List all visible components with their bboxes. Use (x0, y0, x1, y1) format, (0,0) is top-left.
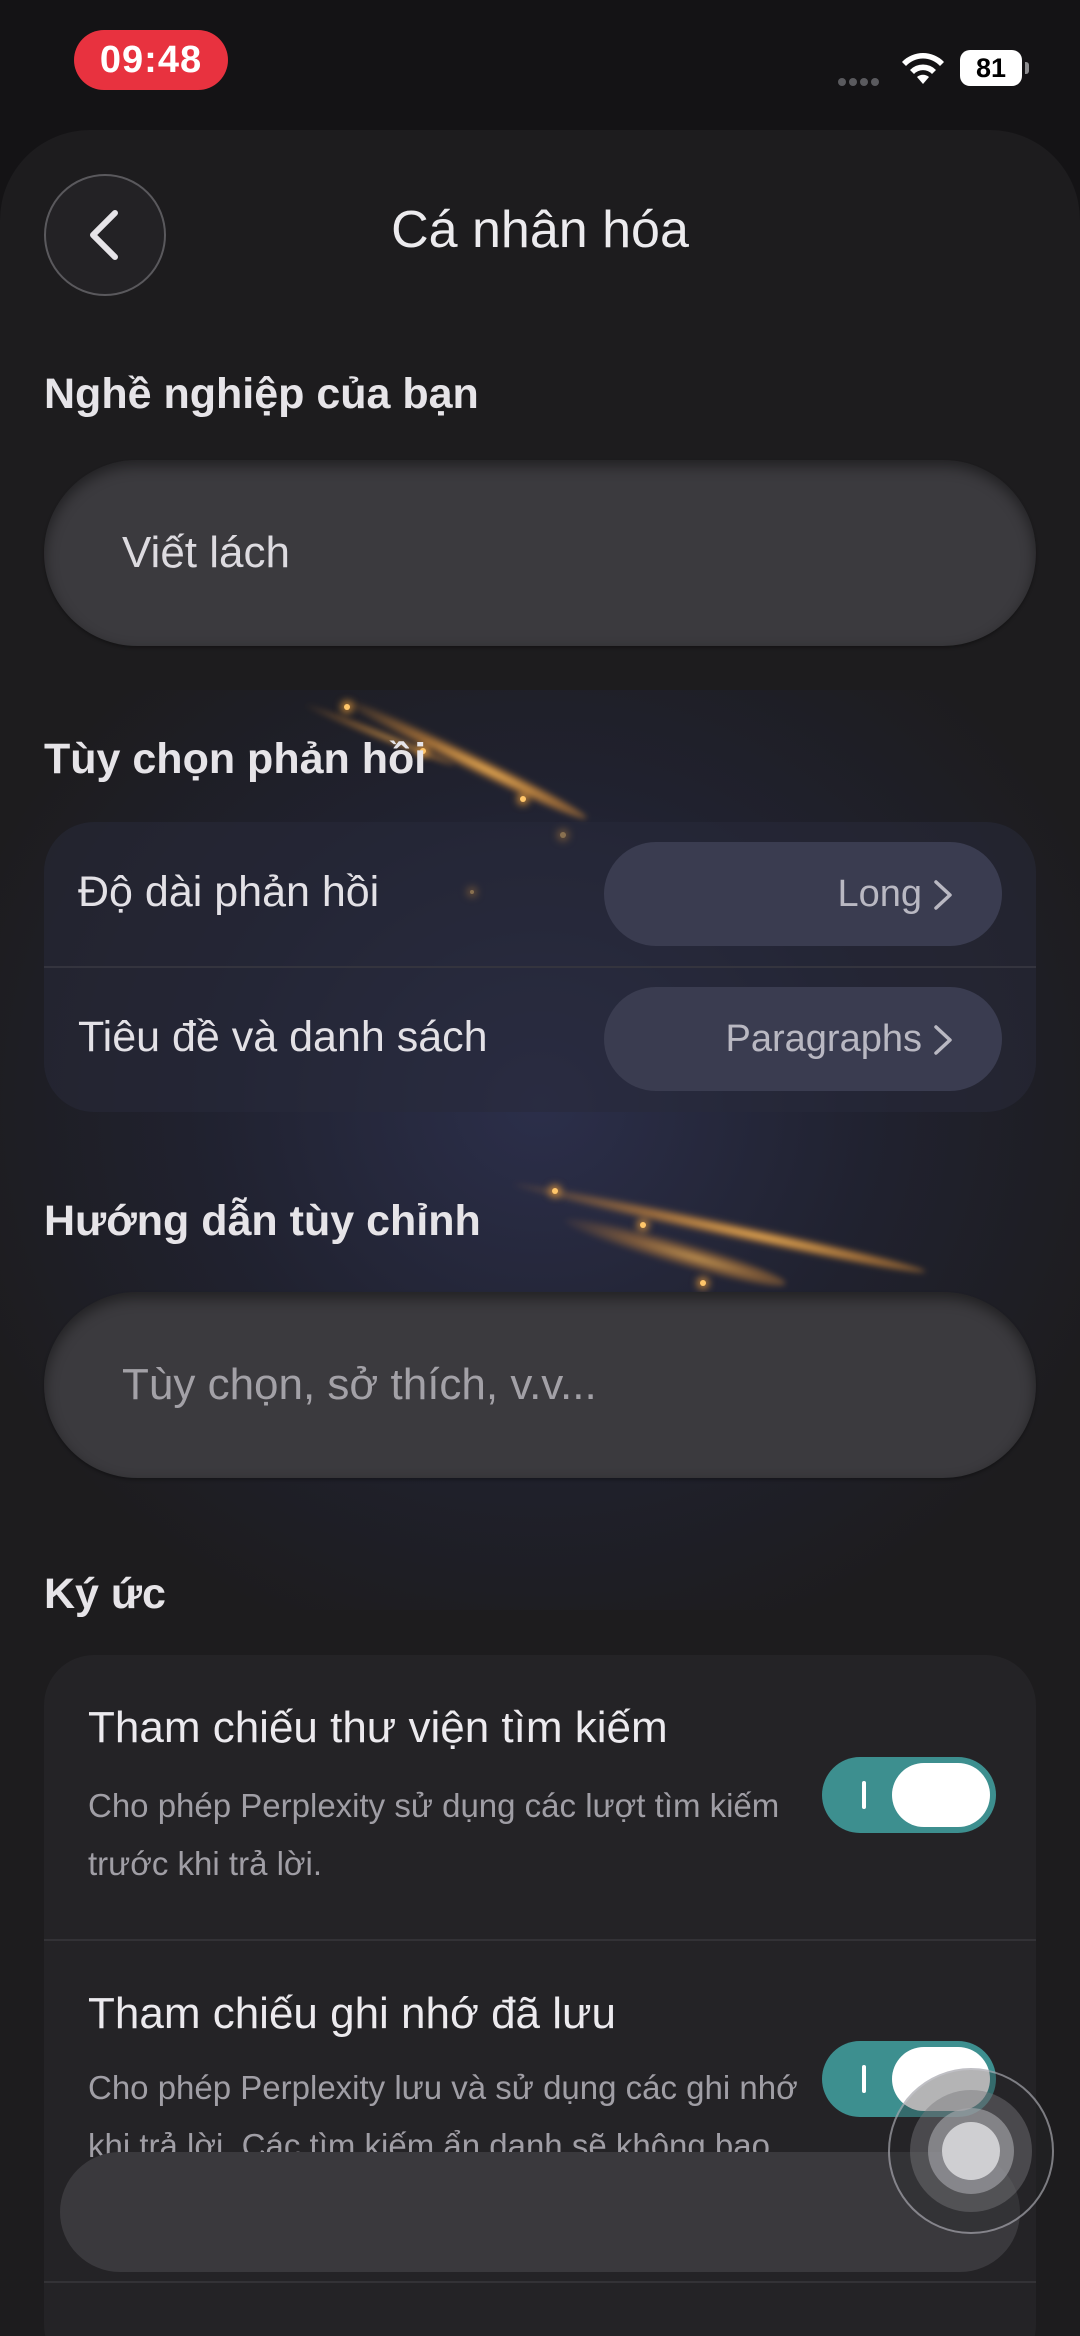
memory-item: Tham chiếu thư viện tìm kiếm Cho phép Pe… (44, 1655, 1036, 1939)
page-title: Cá nhân hóa (391, 201, 689, 259)
response-length-select[interactable]: Long (604, 842, 1002, 946)
signal-icon (838, 73, 886, 86)
response-length-label: Độ dài phản hồi (78, 868, 380, 916)
memory-item-title: Tham chiếu thư viện tìm kiếm (88, 1703, 668, 1752)
occupation-label: Nghề nghiệp của bạn (44, 370, 479, 418)
response-length-row[interactable]: Độ dài phản hồi Long (44, 822, 1036, 967)
assistive-touch-icon[interactable] (888, 2068, 1054, 2234)
memory-item-description: Cho phép Perplexity sử dụng các lượt tìm… (88, 1787, 780, 1882)
wifi-icon (902, 53, 944, 84)
response-length-value: Long (837, 872, 922, 915)
response-prefs-label: Tùy chọn phản hồi (44, 735, 427, 783)
chevron-right-icon (934, 1025, 952, 1055)
custom-instructions-placeholder: Tùy chọn, sở thích, v.v... (122, 1360, 597, 1409)
battery-icon: 81 (960, 50, 1029, 86)
headings-lists-value: Paragraphs (725, 1017, 922, 1060)
settings-sheet: Cá nhân hóa Nghề nghiệp của bạn Viết lác… (0, 130, 1080, 2336)
search-library-toggle[interactable] (822, 1757, 996, 1833)
custom-instructions-field[interactable]: Tùy chọn, sở thích, v.v... (44, 1292, 1036, 1478)
status-bar: 09:48 81 (0, 0, 1080, 130)
response-prefs-card: Độ dài phản hồi Long Tiêu đề và danh sác… (44, 822, 1036, 1112)
chevron-right-icon (934, 880, 952, 910)
next-section-card[interactable] (60, 2152, 1020, 2272)
back-button[interactable] (44, 174, 166, 296)
row-divider (44, 2281, 1036, 2283)
headings-lists-label: Tiêu đề và danh sách (78, 1013, 488, 1061)
back-arrow-icon (90, 210, 118, 260)
headings-lists-select[interactable]: Paragraphs (604, 987, 1002, 1091)
status-time: 09:48 (74, 30, 228, 90)
memory-label: Ký ức (44, 1570, 166, 1618)
memory-item-title: Tham chiếu ghi nhớ đã lưu (88, 1989, 616, 2038)
occupation-value: Viết lách (122, 528, 290, 577)
headings-lists-row[interactable]: Tiêu đề và danh sách Paragraphs (44, 967, 1036, 1112)
custom-instructions-label: Hướng dẫn tùy chỉnh (44, 1197, 481, 1245)
occupation-field[interactable]: Viết lách (44, 460, 1036, 646)
